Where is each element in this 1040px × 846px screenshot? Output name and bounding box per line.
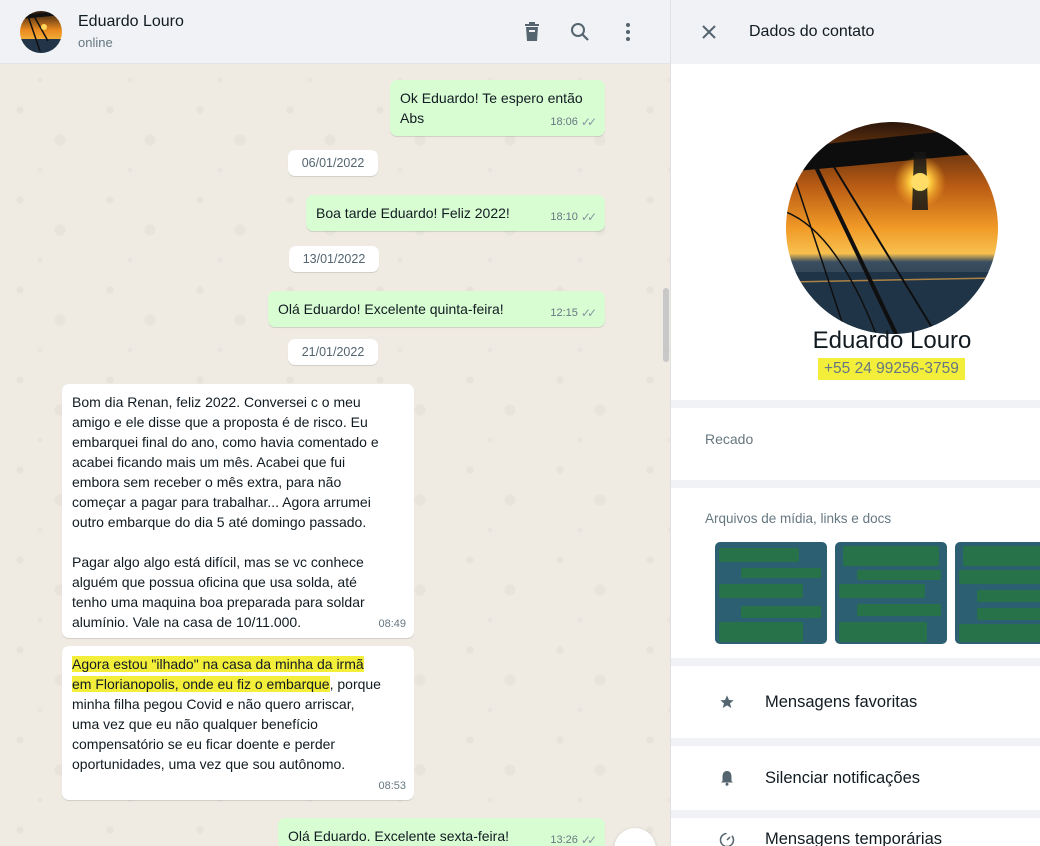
date-chip: 21/01/2022	[288, 339, 378, 365]
profile-phone: +55 24 99256-3759	[818, 358, 965, 380]
message-time: 08:49	[378, 618, 406, 630]
profile-section: Eduardo Louro +55 24 99256-3759	[671, 64, 1040, 400]
message-meta: 13:26 ✓✓	[550, 830, 597, 846]
row-label: Mensagens temporárias	[765, 830, 943, 846]
row-starred-messages[interactable]: Mensagens favoritas	[671, 666, 1040, 738]
row-label: Silenciar notificações	[765, 768, 920, 787]
profile-photo[interactable]	[786, 122, 998, 334]
message-meta: 12:15 ✓✓	[550, 303, 597, 323]
highlighted-text: Agora estou "ilhado" na casa da minha da…	[72, 656, 364, 672]
date-chip: 13/01/2022	[289, 246, 379, 272]
read-ticks-icon: ✓✓	[580, 210, 597, 224]
message-bubble[interactable]: Olá Eduardo. Excelente sexta-feira! 13:2…	[278, 818, 605, 846]
highlighted-text: em Florianopolis, onde eu fiz o embarque	[72, 676, 330, 692]
panel-title: Dados do contato	[749, 23, 875, 40]
message-meta: 18:06 ✓✓	[550, 112, 597, 132]
row-disappearing-messages[interactable]: Mensagens temporárias	[671, 818, 1040, 846]
star-icon	[717, 692, 737, 712]
contact-block[interactable]: Eduardo Louro online	[78, 12, 520, 52]
message-time: 18:06	[550, 116, 578, 128]
message-meta: 08:49	[378, 614, 406, 634]
message-meta: 08:53	[378, 776, 406, 796]
contact-name: Eduardo Louro	[78, 12, 184, 30]
chat-pane: Eduardo Louro online Ok Eduardo! Te espe…	[0, 0, 670, 846]
read-ticks-icon: ✓✓	[580, 115, 597, 129]
message-bubble[interactable]: Olá Eduardo! Excelente quinta-feira! 12:…	[268, 291, 605, 327]
close-icon[interactable]	[697, 20, 721, 44]
trash-icon[interactable]	[520, 20, 544, 44]
message-text-rest: minha filha pegou Covid e não quero arri…	[72, 696, 355, 772]
date-chip: 06/01/2022	[288, 150, 378, 176]
message-text-rest: , porque	[329, 676, 381, 692]
message-text: Bom dia Renan, feliz 2022. Conversei c o…	[72, 394, 379, 630]
message-bubble[interactable]: Bom dia Renan, feliz 2022. Conversei c o…	[62, 384, 414, 638]
search-icon[interactable]	[568, 20, 592, 44]
row-label: Mensagens favoritas	[765, 692, 918, 711]
media-label: Arquivos de mídia, links e docs	[705, 511, 892, 526]
message-text: Olá Eduardo. Excelente sexta-feira!	[288, 828, 510, 844]
about-label: Recado	[705, 431, 754, 447]
message-bubble[interactable]: Boa tarde Eduardo! Feliz 2022! 18:10 ✓✓	[306, 195, 605, 231]
chat-header-actions	[520, 20, 640, 44]
about-section: Recado	[671, 408, 1040, 480]
message-bubble[interactable]: Ok Eduardo! Te espero então Abs 18:06 ✓✓	[390, 80, 605, 136]
timer-icon	[717, 830, 737, 846]
profile-name: Eduardo Louro	[812, 327, 972, 354]
contact-info-panel: Dados do contato Eduardo Louro +55 24 99…	[670, 0, 1040, 846]
media-thumbnail[interactable]	[835, 542, 947, 644]
menu-icon[interactable]	[616, 20, 640, 44]
panel-header: Dados do contato	[671, 0, 1040, 64]
read-ticks-icon: ✓✓	[580, 306, 597, 320]
message-meta: 18:10 ✓✓	[550, 207, 597, 227]
row-mute-notifications[interactable]: Silenciar notificações	[671, 746, 1040, 810]
scrollbar-thumb[interactable]	[663, 288, 669, 362]
message-time: 18:10	[550, 211, 578, 223]
message-time: 13:26	[550, 834, 578, 846]
media-thumbnail[interactable]	[955, 542, 1040, 644]
avatar[interactable]	[20, 10, 62, 53]
message-time: 08:53	[378, 780, 406, 792]
media-section[interactable]: Arquivos de mídia, links e docs	[671, 488, 1040, 658]
bell-icon	[717, 768, 737, 788]
contact-status: online	[78, 34, 113, 50]
message-bubble[interactable]: Agora estou "ilhado" na casa da minha da…	[62, 646, 414, 800]
message-time: 12:15	[550, 307, 578, 319]
message-text: Agora estou "ilhado" na casa da minha da…	[72, 654, 404, 774]
message-text: Olá Eduardo! Excelente quinta-feira!	[278, 301, 504, 317]
media-thumbnail[interactable]	[715, 542, 827, 644]
message-list[interactable]: Ok Eduardo! Te espero então Abs 18:06 ✓✓ …	[0, 64, 670, 846]
read-ticks-icon: ✓✓	[580, 833, 597, 846]
chat-header[interactable]: Eduardo Louro online	[0, 0, 670, 64]
